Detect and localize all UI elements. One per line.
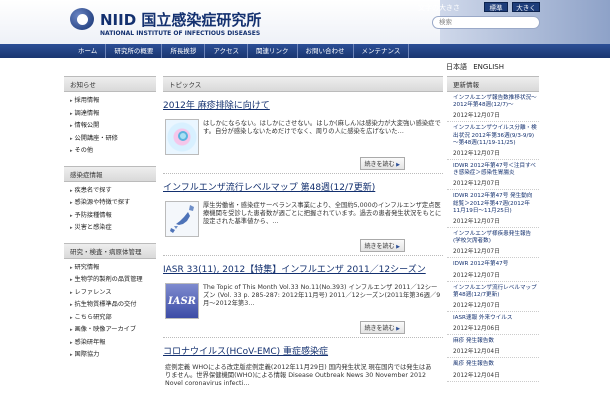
news-summary: 厚生労働省・感染症サーベランス事業により、全国約5,000のインフルエンザ定点医… [203,202,442,225]
sidebar-item-vaccination[interactable]: 予防接種情報 [70,210,156,223]
update-title-link[interactable]: IDWR 2012年第47号＜注目すべき感染症＞感染性胃腸炎 [453,163,537,177]
news-title-link[interactable]: インフルエンザ流行レベルマップ 第48週(12/7更新) [163,180,443,193]
news-title-link[interactable]: 2012年 麻疹排除に向けて [163,98,443,111]
read-more-button[interactable]: 続きを読む [359,239,405,252]
font-large-button[interactable]: 大きく [512,2,540,12]
measles-image[interactable] [165,119,199,155]
font-standard-button[interactable]: 標準 [484,2,508,12]
update-title-link[interactable]: IASR速報 外来ウイルス [453,315,537,322]
sidebar-item-recruit[interactable]: 採用情報 [70,95,156,108]
page: NIID 国立感染症研究所 NATIONAL INSTITUTE OF INFE… [0,0,610,400]
sidebar-heading-notices: お知らせ [64,76,156,92]
update-item: インフルエンザウイルス分離・検出状況 2012年第36週(9/3-9/9)～第4… [447,122,539,161]
update-date: 2012年12月07日 [453,113,500,120]
update-item: インフルエンザ流行レベルマップ 第48週(12/7更新) 2012年12月07日 [447,282,539,313]
news-item: IASR 33(11), 2012【特集】インフルエンザ 2011／12シーズン… [163,262,443,338]
update-title-link[interactable]: IDWR 2012年第47号 [453,261,537,268]
update-date: 2012年12月07日 [453,249,500,256]
update-item: IDWR 2012年第47号 発生動向総覧＞2012年第47週(2012年11月… [447,190,539,229]
sidebar-item-reference[interactable]: レファレンス [70,287,156,300]
sidebar-item-research-info[interactable]: 研究情報 [70,262,156,275]
site-logo[interactable]: NIID 国立感染症研究所 NATIONAL INSTITUTE OF INFE… [70,6,262,37]
nav-director-greeting[interactable]: 所長挨拶 [162,44,206,58]
sidebar-list-notices: 採用情報 調達情報 情報公開 公開講座・研修 その他 [64,92,156,160]
update-date: 2012年12月04日 [453,372,500,379]
update-item: インフルエンザ報告数推移状況～2012年第48週(12/7)～ 2012年12月… [447,92,539,123]
update-date: 2012年12月07日 [453,219,500,226]
news-item: インフルエンザ流行レベルマップ 第48週(12/7更新) 厚生労働省・感染症サー… [163,180,443,256]
sidebar-item-annual-report[interactable]: 感染研年報 [70,337,156,350]
update-item: IASR速報 外来ウイルス 2012年12月06日 [447,312,539,336]
update-date: 2012年12月04日 [453,349,500,356]
search-input[interactable]: 検索 [432,16,540,29]
logo-subtitle: NATIONAL INSTITUTE OF INFECTIOUS DISEASE… [100,30,261,37]
news-title-link[interactable]: コロナウイルス(HCoV-EMC) 重症感染症 [163,344,443,357]
read-more-button[interactable]: 続きを読む [359,321,405,334]
update-title-link[interactable]: インフルエンザウイルス分離・検出状況 2012年第36週(9/3-9/9)～第4… [453,125,537,147]
sidebar-item-antibiotic-standards[interactable]: 抗生物質標準品の交付 [70,299,156,312]
sidebar-item-source-features[interactable]: 感染源や特徴で探す [70,197,156,210]
sidebar-list-research: 研究情報 生物学的製剤の品質管理 レファレンス 抗生物質標準品の交付 こちら研究… [64,259,156,364]
sidebar-heading-infection-info: 感染症情報 [64,165,156,182]
font-size-label: 文字の大きさ [418,4,460,12]
lang-english-link[interactable]: ENGLISH [473,63,504,71]
update-item: 麻疹 発生報告数 2012年12月04日 [447,335,539,359]
update-title-link[interactable]: IDWR 2012年第47号 発生動向総覧＞2012年第47週(2012年11月… [453,193,537,215]
update-title-link[interactable]: インフルエンザ流行レベルマップ 第48週(12/7更新) [453,285,537,299]
nav-maintenance[interactable]: メンテナンス [354,44,410,58]
update-date: 2012年12月07日 [453,151,500,158]
sidebar-item-lectures[interactable]: 公開講座・研修 [70,133,156,146]
sidebar-item-media-archive[interactable]: 画像・映像アーカイブ [70,324,156,337]
update-title-link[interactable]: 風疹 発生報告数 [453,361,537,368]
japan-map-image[interactable] [165,201,199,237]
news-item: 2012年 麻疹排除に向けて はしかにならない。はしかにさせない。はしか(麻しん… [163,98,443,174]
read-more-button[interactable]: 続きを読む [359,157,405,170]
lang-japanese-link[interactable]: 日本語 [446,63,467,71]
update-date: 2012年12月06日 [453,326,500,333]
nav-about[interactable]: 研究所の概要 [106,44,163,58]
logo-title: NIID 国立感染症研究所 [100,10,262,29]
sidebar-list-infection-info: 疾患名で探す 感染源や特徴で探す 予防接種情報 災害と感染症 [64,182,156,237]
news-title-link[interactable]: IASR 33(11), 2012【特集】インフルエンザ 2011／12シーズン [163,262,443,275]
update-title-link[interactable]: 麻疹 発生報告数 [453,338,537,345]
update-date: 2012年12月07日 [453,181,500,188]
sidebar-heading-research: 研究・検査・病原体管理 [64,242,156,259]
update-item: インフルエンザ様疾患発生報告(学校欠席者数) 2012年12月07日 [447,228,539,259]
update-date: 2012年12月07日 [453,272,500,279]
sidebar-item-procurement[interactable]: 調達情報 [70,108,156,121]
niid-logo-icon [70,6,96,32]
sidebar-item-research-dept[interactable]: こちら研究部 [70,312,156,325]
sidebar-item-disaster[interactable]: 災害と感染症 [70,222,156,235]
sidebar-item-disease-name[interactable]: 疾患名で探す [70,185,156,198]
news-item: コロナウイルス(HCoV-EMC) 重症感染症 症例定義 WHOによる改定版症例… [163,344,443,400]
sidebar-item-disclosure[interactable]: 情報公開 [70,120,156,133]
nav-contact[interactable]: お問い合わせ [298,44,354,58]
japan-map-icon [166,202,198,236]
nav-links[interactable]: 関連リンク [248,44,298,58]
nav-access[interactable]: アクセス [205,44,248,58]
updates-panel: 更新情報 インフルエンザ報告数推移状況～2012年第48週(12/7)～ 201… [447,76,539,382]
update-title-link[interactable]: インフルエンザ様疾患発生報告(学校欠席者数) [453,231,537,245]
site-header: NIID 国立感染症研究所 NATIONAL INSTITUTE OF INFE… [0,0,610,44]
left-sidebar: お知らせ 採用情報 調達情報 情報公開 公開講座・研修 その他 感染症情報 疾患… [64,76,156,364]
news-summary: 症例定義 WHOによる改定版症例定義(2012年11月29日) 国内発生状況 現… [165,364,432,387]
update-title-link[interactable]: インフルエンザ報告数推移状況～2012年第48週(12/7)～ [453,95,537,109]
main-nav: ホーム 研究所の概要 所長挨拶 アクセス 関連リンク お問い合わせ メンテナンス [0,44,610,58]
sidebar-item-international[interactable]: 国際協力 [70,349,156,362]
update-date: 2012年12月07日 [453,303,500,310]
news-summary: はしかにならない。はしかにさせない。はしか(麻しん)は感染力が大変強い感染症です… [203,120,441,135]
update-item: IDWR 2012年第47号＜注目すべき感染症＞感染性胃腸炎 2012年12月0… [447,160,539,191]
sidebar-item-biologics-qc[interactable]: 生物学的製剤の品質管理 [70,274,156,287]
updates-heading: 更新情報 [447,76,539,92]
news-summary: The Topic of This Month Vol.33 No.11(No.… [203,284,441,307]
sidebar-item-other[interactable]: その他 [70,145,156,158]
language-switch: 日本語 ENGLISH [446,62,508,72]
nav-home[interactable]: ホーム [70,44,107,58]
update-item: 風疹 発生報告数 2012年12月04日 [447,358,539,382]
topics-panel: トピックス 2012年 麻疹排除に向けて はしかにならない。はしかにさせない。は… [163,76,443,400]
topics-heading: トピックス [163,76,443,92]
iasr-logo-image[interactable]: IASR [165,283,199,319]
update-item: IDWR 2012年第47号 2012年12月07日 [447,258,539,282]
